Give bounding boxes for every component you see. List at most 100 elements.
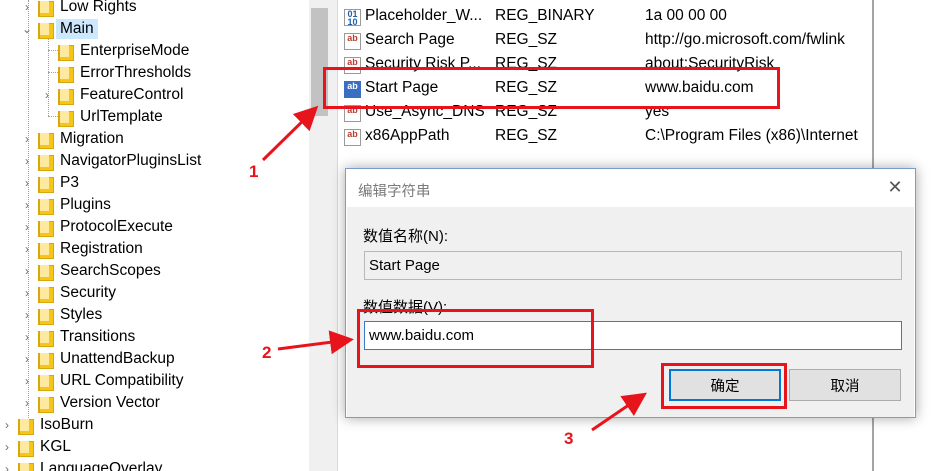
value-row-search-page[interactable]: ab Search Page REG_SZ http://go.microsof… <box>338 29 873 53</box>
folder-icon <box>18 440 34 457</box>
tree-item-label: ErrorThresholds <box>80 64 192 81</box>
folder-icon <box>38 308 54 325</box>
chevron-right-icon[interactable]: › <box>20 304 34 326</box>
chevron-right-icon[interactable]: › <box>20 370 34 392</box>
tree-item-isoburn[interactable]: › IsoBurn <box>0 414 93 436</box>
value-data: 1a 00 00 00 <box>645 7 727 24</box>
value-name: Search Page <box>365 31 455 48</box>
chevron-right-icon[interactable]: › <box>20 172 34 194</box>
tree-item-plugins[interactable]: › Plugins <box>20 194 111 216</box>
chevron-right-icon[interactable]: › <box>0 414 14 436</box>
value-row-placeholder[interactable]: 01 10 Placeholder_W... REG_BINARY 1a 00 0… <box>338 5 873 29</box>
tree-item-unattendbackup[interactable]: › UnattendBackup <box>20 348 175 370</box>
tree-item-label: Registration <box>60 240 143 257</box>
tree-item-urltemplate[interactable]: UrlTemplate <box>40 106 163 128</box>
tree-item-label: Main <box>56 19 98 39</box>
tree-item-label: KGL <box>40 438 72 455</box>
tree-item-p3[interactable]: › P3 <box>20 172 79 194</box>
value-name: Placeholder_W... <box>365 7 483 24</box>
cancel-button[interactable]: 取消 <box>789 369 901 401</box>
tree-item-label: NavigatorPluginsList <box>60 152 202 169</box>
tree-item-protocolexecute[interactable]: › ProtocolExecute <box>20 216 173 238</box>
tree-item-featurecontrol[interactable]: › FeatureControl <box>40 84 183 106</box>
value-type: REG_SZ <box>495 31 558 48</box>
edit-string-dialog: 编辑字符串 ✕ 数值名称(N): 数值数据(V): 确定 取消 <box>345 168 916 418</box>
tree-item-label: LanguageOverlay <box>40 460 163 471</box>
tree-item-version-vector[interactable]: › Version Vector <box>20 392 160 414</box>
tree-item-label: Styles <box>60 306 103 323</box>
folder-icon <box>38 176 54 193</box>
chevron-right-icon[interactable]: › <box>20 150 34 172</box>
chevron-right-icon[interactable]: › <box>20 282 34 304</box>
chevron-right-icon[interactable]: › <box>40 84 54 106</box>
value-row-x86apppath[interactable]: ab x86AppPath REG_SZ C:\Program Files (x… <box>338 125 873 149</box>
folder-icon <box>38 154 54 171</box>
tree-item-security[interactable]: › Security <box>20 282 116 304</box>
value-name-field[interactable] <box>364 251 902 280</box>
chevron-right-icon[interactable]: › <box>20 392 34 414</box>
folder-icon <box>18 418 34 435</box>
chevron-right-icon[interactable]: › <box>20 194 34 216</box>
folder-icon <box>38 352 54 369</box>
chevron-right-icon[interactable]: › <box>20 216 34 238</box>
value-type: REG_BINARY <box>495 7 595 24</box>
tree-item-label: Transitions <box>60 328 136 345</box>
tree-item-label: IsoBurn <box>40 416 94 433</box>
folder-icon <box>58 66 74 83</box>
tree-item-main[interactable]: ⌄ Main <box>20 18 98 40</box>
chevron-right-icon[interactable]: › <box>0 458 14 471</box>
value-data: http://go.microsoft.com/fwlink <box>645 31 845 48</box>
tree-item-languageoverlay[interactable]: › LanguageOverlay <box>0 458 162 471</box>
close-icon[interactable]: ✕ <box>885 177 905 197</box>
tree-item-label: Security <box>60 284 116 301</box>
folder-icon <box>18 462 34 471</box>
tree-item-label: EnterpriseMode <box>80 42 190 59</box>
tree-item-searchscopes[interactable]: › SearchScopes <box>20 260 161 282</box>
value-name: x86AppPath <box>365 127 450 144</box>
tree-item-kgl[interactable]: › KGL <box>0 436 71 458</box>
folder-icon <box>38 264 54 281</box>
step-number-1: 1 <box>249 162 259 181</box>
chevron-right-icon[interactable]: › <box>20 348 34 370</box>
folder-icon <box>38 198 54 215</box>
tree-item-enterprisemode[interactable]: EnterpriseMode <box>40 40 189 62</box>
chevron-right-icon[interactable]: › <box>20 0 34 18</box>
tree-item-errorthresholds[interactable]: ErrorThresholds <box>40 62 191 84</box>
value-data: C:\Program Files (x86)\Internet <box>645 127 858 144</box>
tree-item-label: UnattendBackup <box>60 350 175 367</box>
tree-item-url-compatibility[interactable]: › URL Compatibility <box>20 370 183 392</box>
chevron-right-icon[interactable]: › <box>20 326 34 348</box>
tree-item-label: UrlTemplate <box>80 108 163 125</box>
chevron-down-icon[interactable]: ⌄ <box>20 18 34 40</box>
tree-item-label: URL Compatibility <box>60 372 184 389</box>
tree-item-registration[interactable]: › Registration <box>20 238 143 260</box>
tree-item-label: P3 <box>60 174 79 191</box>
folder-icon <box>38 330 54 347</box>
tree-item-styles[interactable]: › Styles <box>20 304 102 326</box>
tree-item-low-rights[interactable]: › Low Rights <box>20 0 137 18</box>
tree-item-label: Plugins <box>60 196 111 213</box>
tree-item-migration[interactable]: › Migration <box>20 128 124 150</box>
folder-icon <box>38 374 54 391</box>
tree-item-label: ProtocolExecute <box>60 218 173 235</box>
tree-item-label: FeatureControl <box>80 86 184 103</box>
string-value-icon: ab <box>344 33 361 50</box>
dialog-title: 编辑字符串 <box>358 184 431 200</box>
chevron-right-icon[interactable]: › <box>20 260 34 282</box>
highlight-box-ok-button <box>661 363 787 409</box>
folder-open-icon <box>38 22 54 39</box>
tree-item-label: SearchScopes <box>60 262 161 279</box>
string-value-icon: ab <box>344 129 361 146</box>
tree-item-label: Low Rights <box>60 0 137 15</box>
registry-tree-pane: › Low Rights ⌄ Main EnterpriseMode Error… <box>0 0 330 471</box>
chevron-right-icon[interactable]: › <box>20 238 34 260</box>
folder-icon <box>38 286 54 303</box>
chevron-right-icon[interactable]: › <box>20 128 34 150</box>
folder-icon <box>38 220 54 237</box>
chevron-right-icon[interactable]: › <box>0 436 14 458</box>
step-number-2: 2 <box>262 343 272 362</box>
tree-item-navigatorpluginslist[interactable]: › NavigatorPluginsList <box>20 150 201 172</box>
tree-item-transitions[interactable]: › Transitions <box>20 326 135 348</box>
folder-icon <box>38 0 54 17</box>
folder-icon <box>58 88 74 105</box>
